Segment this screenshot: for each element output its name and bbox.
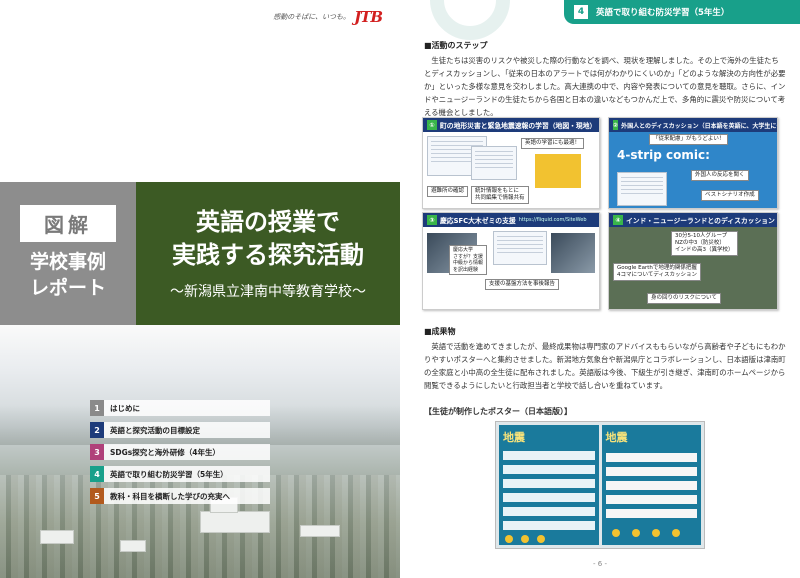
panel-tag: 避難所の確認 xyxy=(427,186,469,198)
panel-tag: 外国人の反応を聞く xyxy=(691,170,749,182)
brand-slogan: 感動のそばに、いつも。 xyxy=(273,13,351,21)
toc-item-4[interactable]: 4 英語で取り組む防災学習（5年生） xyxy=(90,466,270,482)
brand: 感動のそばに、いつも。 JTB xyxy=(273,8,383,26)
panel-header: ① 町の地形災害と緊急地震速報の学習（地図・現地） xyxy=(423,118,599,132)
steps-paragraph: 生徒たちは災害のリスクや被災した際の行動などを調べ、現状を理解しました。その上で… xyxy=(424,56,786,117)
student-poster: 地震 地震 xyxy=(495,421,705,549)
comic-heading: 4-strip comic: xyxy=(617,148,710,162)
panel-tag: 慶応大学 さすが？支援 中級から情報 を訳出経験 xyxy=(449,245,488,275)
toc-item-2[interactable]: 2 英語と探究活動の目標設定 xyxy=(90,422,270,438)
toc-label: 教科・科目を横断した学びの充実へ xyxy=(110,491,230,501)
activity-panel-1: ① 町の地形災害と緊急地震速報の学習（地図・現地） 英語の学習にも最適！ 避難所… xyxy=(422,117,600,209)
panel-header: ③ 慶応SFC大木ゼミの支援 https://fliquid.com/SiteW… xyxy=(423,213,599,227)
toc-num: 1 xyxy=(90,400,104,416)
decorative-circle xyxy=(430,0,510,40)
toc-label: 英語で取り組む防災学習（5年生） xyxy=(110,469,228,479)
activity-panel-4: ④ インド・ニュージーランドとのディスカッション 30分5-10人グループ NZ… xyxy=(608,212,778,310)
toc-item-3[interactable]: 3 SDGs探究と海外研修（4年生） xyxy=(90,444,270,460)
panel-url: https://fliquid.com/SiteWeb xyxy=(518,217,587,223)
chapter-label: 英語で取り組む防災学習（5年生） xyxy=(596,8,730,18)
panel-tag: 統計情報をもとに 共同編集で情報共有 xyxy=(471,186,529,205)
title-block: 英語の授業で 実践する探究活動 〜新潟県立津南中等教育学校〜 xyxy=(136,182,400,325)
chapter-tab: 4 英語で取り組む防災学習（5年生） xyxy=(564,0,800,24)
toc-item-5[interactable]: 5 教科・科目を横断した学びの充実へ xyxy=(90,488,270,504)
panel-tag: 「従来配慮」がもうどよい！ xyxy=(649,134,729,146)
poster-caption: 【生徒が制作したポスター（日本語版）】 xyxy=(424,407,572,416)
activity-panel-2: ② 外国人とのディスカッション（日本語を英語に、大学生にも） 「従来配慮」がもう… xyxy=(608,117,778,209)
section-heading-steps: ■活動のステップ xyxy=(424,41,488,50)
toc-num: 3 xyxy=(90,444,104,460)
report-badge: 図解 学校事例 レポート xyxy=(0,182,136,325)
panel-title: インド・ニュージーランドとのディスカッション xyxy=(626,217,775,225)
poster-right: 地震 xyxy=(601,425,701,545)
report-label: 学校事例 レポート xyxy=(29,251,106,299)
toc-label: SDGs探究と海外研修（4年生） xyxy=(110,447,220,457)
main-title: 英語の授業で 実践する探究活動 xyxy=(172,208,364,269)
zukai-label: 図解 xyxy=(20,205,116,243)
toc-num: 5 xyxy=(90,488,104,504)
panel-tag: 支援の基盤方法を事後報告 xyxy=(485,279,560,291)
panel-number: ④ xyxy=(613,215,623,225)
jtb-logo: JTB xyxy=(354,8,383,26)
panel-tag: 身の回りのリスクについて xyxy=(647,293,721,305)
table-of-contents: 1 はじめに 2 英語と探究活動の目標設定 3 SDGs探究と海外研修（4年生）… xyxy=(90,400,270,510)
chapter-number: 4 xyxy=(574,5,588,19)
panel-tag: 30分5-10人グループ NZの中3（防災校） インドの高3（異学校） xyxy=(671,231,738,257)
section-heading-results: ■成果物 xyxy=(424,327,456,336)
poster-right-title: 地震 xyxy=(605,431,628,444)
panel-header: ④ インド・ニュージーランドとのディスカッション xyxy=(609,213,777,227)
toc-label: はじめに xyxy=(110,403,140,413)
left-page: 感動のそばに、いつも。 JTB 図解 学校事例 レポート 英語の授業で 実践する探究… xyxy=(0,0,400,578)
toc-num: 2 xyxy=(90,422,104,438)
poster-left: 地震 xyxy=(499,425,599,545)
panel-title: 慶応SFC大木ゼミの支援 xyxy=(440,217,516,225)
toc-label: 英語と探究活動の目標設定 xyxy=(110,425,200,435)
page-number: - 6 - xyxy=(593,560,607,568)
activity-panel-3: ③ 慶応SFC大木ゼミの支援 https://fliquid.com/SiteW… xyxy=(422,212,600,310)
panel-number: ③ xyxy=(427,215,437,225)
panel-tag: ベストシナリオ作成 xyxy=(701,190,759,202)
toc-num: 4 xyxy=(90,466,104,482)
toc-item-1[interactable]: 1 はじめに xyxy=(90,400,270,416)
sub-title: 〜新潟県立津南中等教育学校〜 xyxy=(170,283,366,300)
panel-number: ① xyxy=(427,120,437,130)
panel-title: 町の地形災害と緊急地震速報の学習（地図・現地） xyxy=(440,122,597,130)
right-page: 4 英語で取り組む防災学習（5年生） ■活動のステップ 生徒たちは災害のリスクや… xyxy=(400,0,800,578)
results-paragraph: 英語で活動を進めてきましたが、最終成果物は専門家のアドバイスももらいながら高齢者… xyxy=(424,342,786,390)
panel-header: ② 外国人とのディスカッション（日本語を英語に、大学生にも） xyxy=(609,118,777,132)
panel-number: ② xyxy=(613,120,619,130)
panel-title: 外国人とのディスカッション（日本語を英語に、大学生にも） xyxy=(621,122,778,130)
poster-left-title: 地震 xyxy=(503,431,525,444)
panel-tag: Google Earthで地理的関係把握 4コマについてディスカッション xyxy=(613,263,701,282)
title-band: 図解 学校事例 レポート 英語の授業で 実践する探究活動 〜新潟県立津南中等教育学校… xyxy=(0,182,400,325)
panel-tag: 英語の学習にも最適！ xyxy=(521,138,585,150)
